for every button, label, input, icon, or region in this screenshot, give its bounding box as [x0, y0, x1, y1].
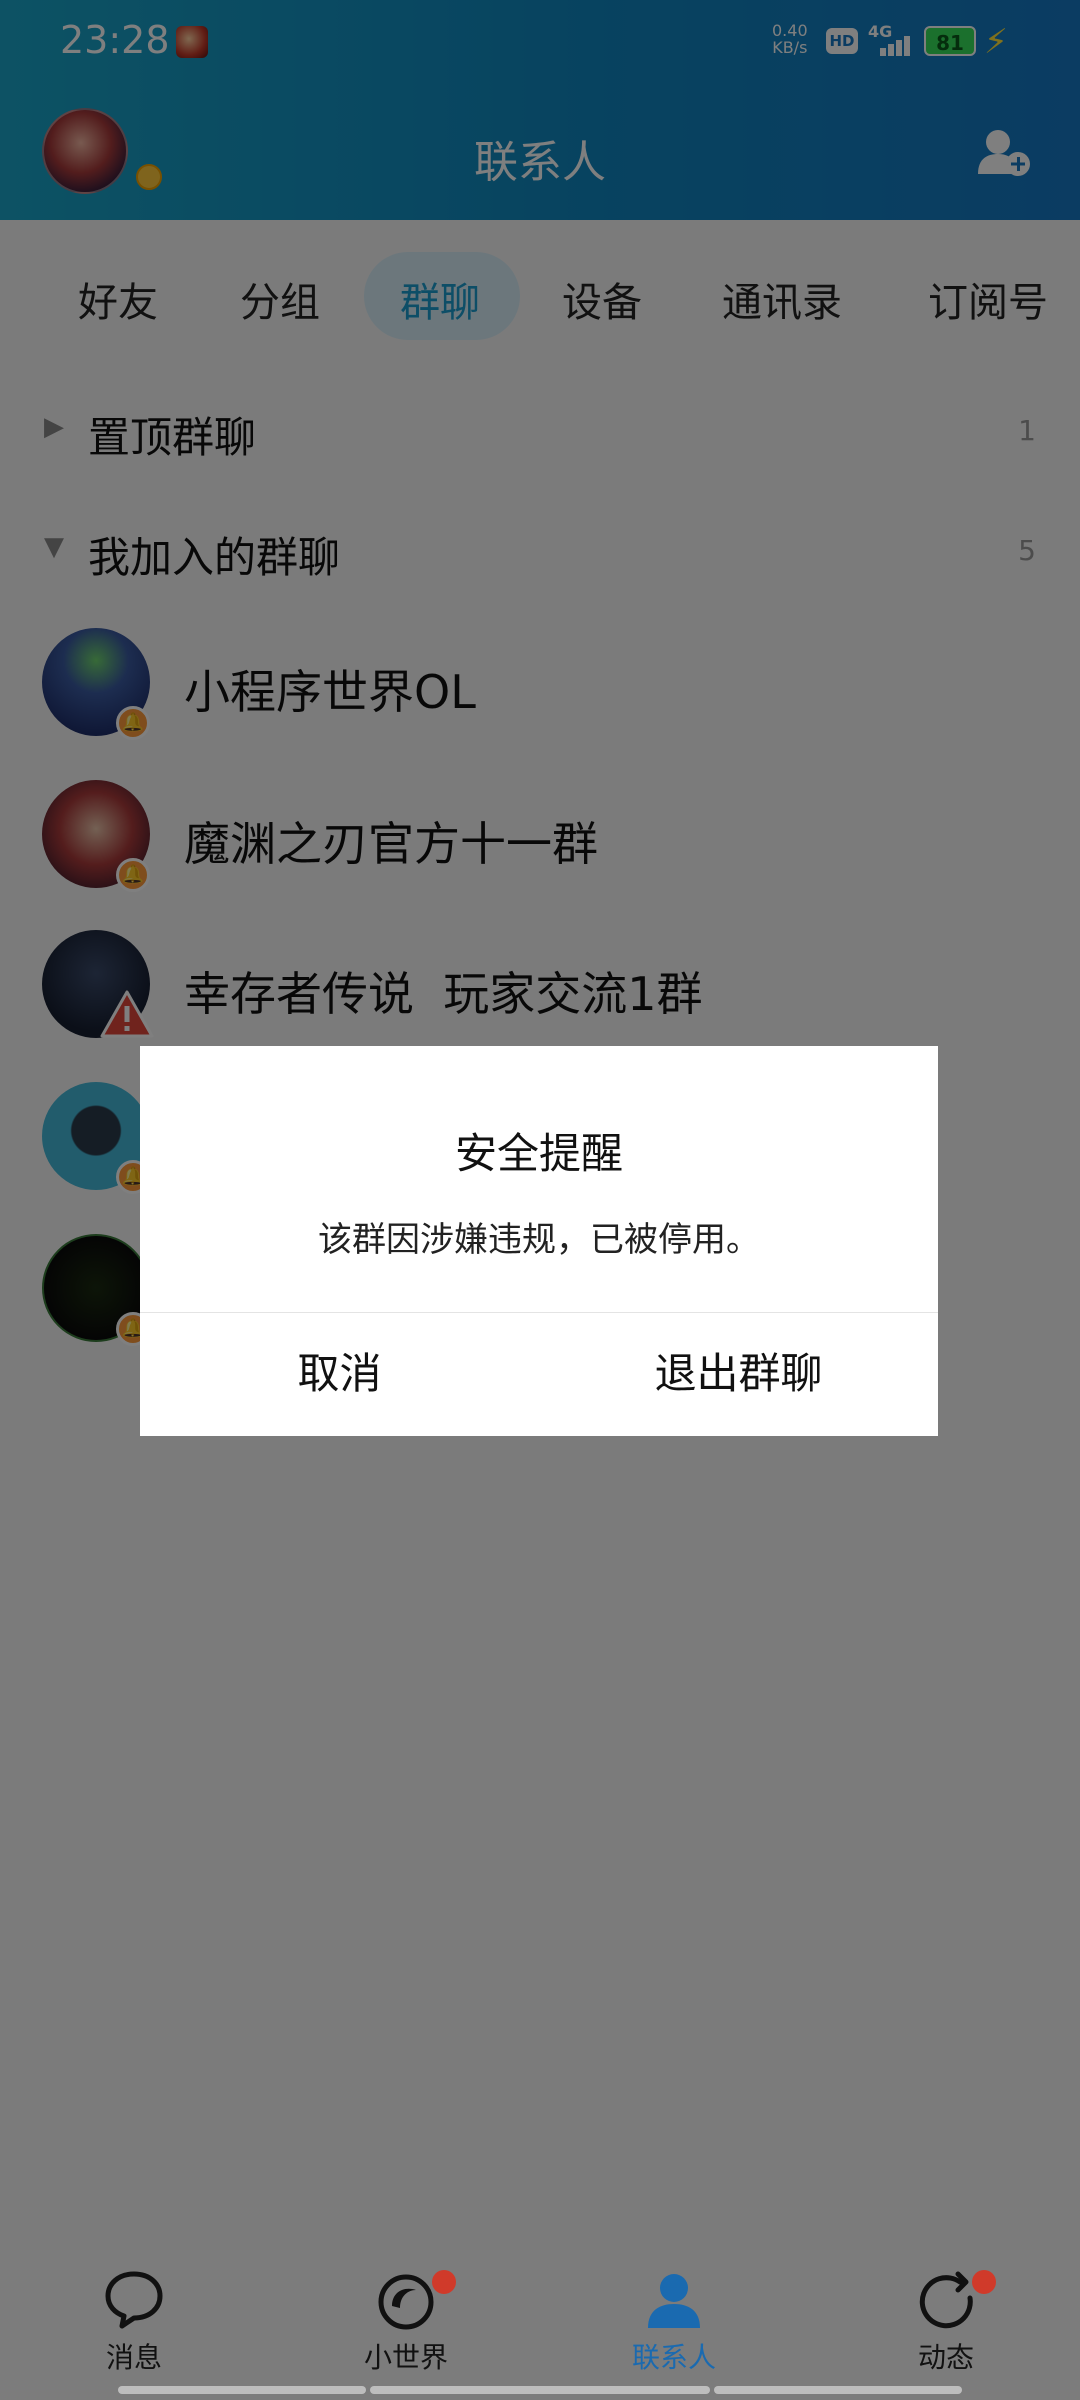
exit-group-button[interactable]: 退出群聊	[539, 1312, 938, 1436]
bottom-navigation: 消息 小世界 联系人 动态	[0, 2250, 1080, 2400]
dialog-message: 该群因涉嫌违规，已被停用。	[318, 1220, 760, 1260]
cancel-button[interactable]: 取消	[140, 1312, 539, 1436]
dialog-title: 安全提醒	[454, 1129, 623, 1178]
gesture-bar	[714, 2386, 962, 2394]
nav-label: 消息	[105, 2341, 162, 2374]
nav-contacts[interactable]: 联系人	[594, 2268, 754, 2388]
gesture-bar	[370, 2386, 710, 2394]
nav-feed[interactable]: 动态	[866, 2268, 1026, 2388]
small-world-icon	[378, 2274, 434, 2330]
nav-label: 联系人	[631, 2341, 716, 2374]
message-bubble-icon	[105, 2271, 163, 2329]
nav-small-world[interactable]: 小世界	[326, 2268, 486, 2388]
feed-refresh-icon	[919, 2271, 973, 2329]
notification-dot	[972, 2270, 996, 2294]
nav-label: 小世界	[363, 2341, 448, 2374]
nav-label: 动态	[917, 2341, 974, 2374]
nav-messages[interactable]: 消息	[54, 2268, 214, 2388]
notification-dot	[432, 2270, 456, 2294]
contacts-person-icon	[648, 2274, 700, 2328]
security-alert-dialog: 安全提醒 该群因涉嫌违规，已被停用。 取消 退出群聊	[140, 1046, 938, 1436]
gesture-bar	[118, 2386, 366, 2394]
